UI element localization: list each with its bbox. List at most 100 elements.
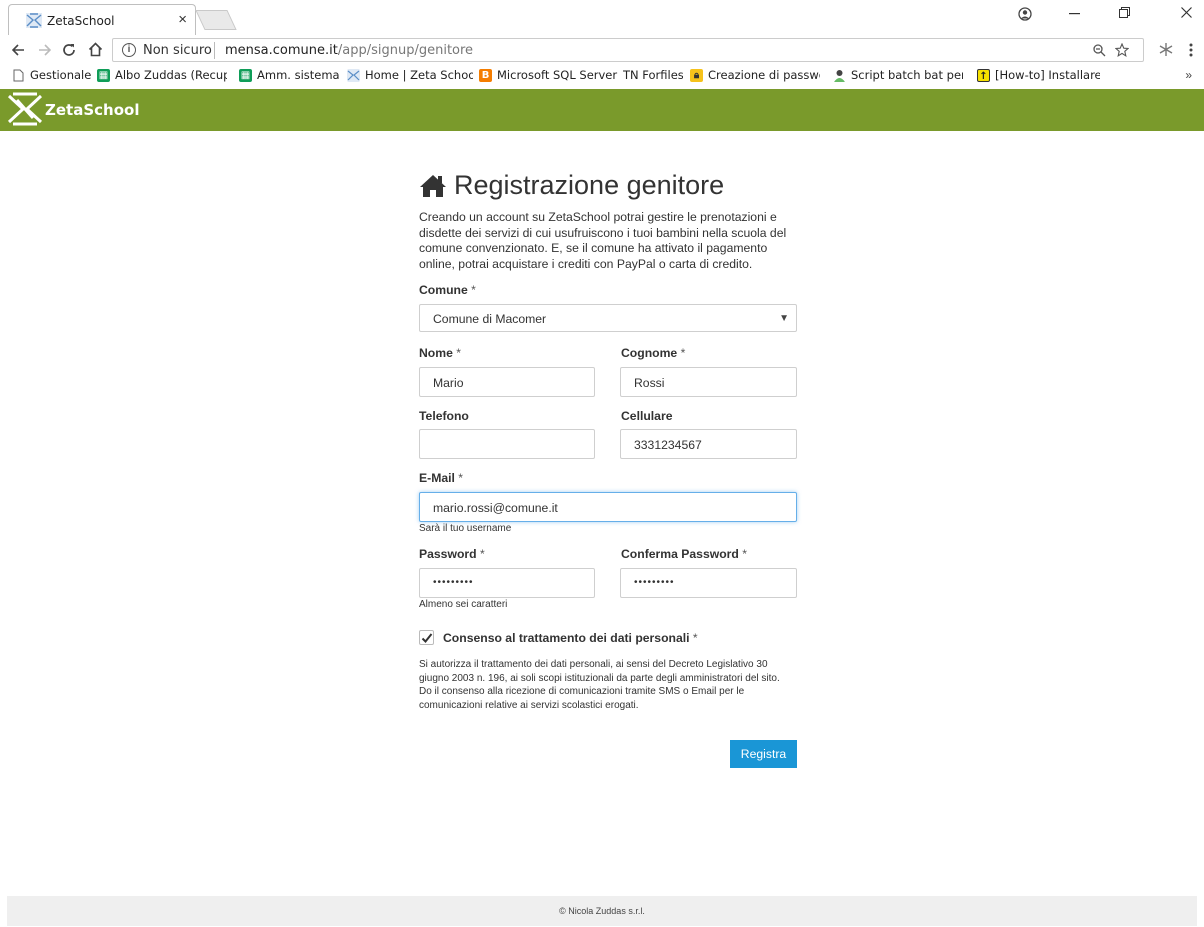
required-mark: * bbox=[479, 547, 485, 561]
minimize-icon[interactable] bbox=[1069, 13, 1080, 15]
bookmark-home-zetaschool[interactable]: Home | Zeta School bbox=[347, 68, 473, 82]
consent-label-text: Consenso al trattamento dei dati persona… bbox=[443, 631, 690, 645]
checkmark-icon bbox=[421, 633, 432, 643]
bookmark-label: Creazione di passwor bbox=[708, 68, 820, 82]
new-tab-button[interactable] bbox=[195, 10, 237, 30]
browser-tab[interactable]: ZetaSchool × bbox=[8, 4, 196, 35]
sheets-icon: ▦ bbox=[239, 68, 252, 82]
page-title-text: Registrazione genitore bbox=[454, 170, 725, 200]
menu-icon[interactable] bbox=[1189, 43, 1193, 57]
intro-text: Creando un account su ZetaSchool potrai … bbox=[419, 210, 787, 271]
bookmark-label: Amm. sistema bbox=[257, 68, 340, 82]
forward-icon[interactable] bbox=[38, 44, 51, 56]
consent-description: Si autorizza il trattamento dei dati per… bbox=[419, 659, 780, 711]
bookmark-label: Home | Zeta School bbox=[365, 68, 473, 82]
confirm-password-label: Conferma Password * bbox=[621, 547, 747, 561]
bookmark-albo-zuddas[interactable]: ▦ Albo Zuddas (Recupe bbox=[97, 68, 227, 82]
blogger-icon: B bbox=[479, 68, 492, 82]
restore-icon[interactable] bbox=[1119, 7, 1130, 18]
zoom-icon[interactable] bbox=[1093, 44, 1106, 57]
chevron-down-icon: ▼ bbox=[779, 313, 789, 324]
bookmark-amm-sistema[interactable]: ▦ Amm. sistema bbox=[239, 68, 341, 82]
email-label-text: E-Mail bbox=[419, 471, 455, 485]
cellulare-label: Cellulare bbox=[621, 409, 673, 423]
bookmark-how-to[interactable]: ↑ [How-to] Installare ce bbox=[977, 68, 1100, 82]
extension-icon[interactable] bbox=[1158, 42, 1174, 57]
bookmark-sql-server[interactable]: B Microsoft SQL Server bbox=[479, 68, 619, 82]
comune-select[interactable]: Comune di Macomer ▼ bbox=[419, 304, 797, 332]
footer-text: © Nicola Zuddas s.r.l. bbox=[559, 906, 645, 916]
consent-label[interactable]: Consenso al trattamento dei dati persona… bbox=[443, 631, 698, 645]
bookmark-label: [How-to] Installare ce bbox=[995, 68, 1100, 82]
app-header: ZetaSchool bbox=[0, 89, 1204, 131]
cellulare-input[interactable]: 3331234567 bbox=[620, 429, 797, 459]
required-mark: * bbox=[471, 283, 476, 297]
home-icon[interactable] bbox=[88, 42, 103, 57]
url-separator bbox=[214, 42, 215, 59]
reload-icon[interactable] bbox=[62, 43, 76, 57]
profile-icon[interactable] bbox=[1018, 7, 1032, 21]
bookmark-label: Script batch bat per e bbox=[851, 68, 963, 82]
zetaschool-logo-icon[interactable] bbox=[7, 92, 43, 126]
url-host: mensa.comune.it bbox=[225, 43, 338, 58]
tab-close-icon[interactable]: × bbox=[178, 11, 187, 28]
comune-selected-value: Comune di Macomer bbox=[433, 312, 547, 326]
page-title: Registrazione genitore bbox=[419, 170, 724, 201]
footer: © Nicola Zuddas s.r.l. bbox=[7, 896, 1197, 926]
nome-input[interactable]: Mario bbox=[419, 367, 595, 397]
telefono-label: Telefono bbox=[419, 409, 469, 423]
bookmark-gestionale[interactable]: Gestionale bbox=[12, 68, 108, 82]
security-label[interactable]: Non sicuro bbox=[143, 43, 212, 58]
password-input[interactable]: ••••••••• bbox=[419, 568, 595, 598]
email-input[interactable]: mario.rossi@comune.it bbox=[419, 492, 797, 522]
address-bar[interactable]: i Non sicuro mensa.comune.it/app/signup/… bbox=[112, 38, 1144, 62]
page-icon bbox=[13, 69, 24, 81]
bookmark-label: TN Forfiles bbox=[623, 68, 683, 82]
tab-title: ZetaSchool bbox=[47, 14, 115, 28]
person-icon bbox=[834, 69, 845, 82]
required-mark: * bbox=[692, 631, 698, 645]
close-window-icon[interactable] bbox=[1181, 7, 1192, 18]
bookmark-creazione-password[interactable]: 🔒︎ Creazione di passwor bbox=[690, 68, 820, 82]
info-icon[interactable]: i bbox=[122, 43, 136, 57]
home-icon bbox=[420, 174, 446, 197]
comune-label-text: Comune bbox=[419, 283, 468, 297]
more-bookmarks-icon[interactable]: » bbox=[1185, 68, 1192, 82]
arrow-icon: ↑ bbox=[977, 68, 990, 82]
bookmark-label: Gestionale bbox=[30, 68, 92, 82]
required-mark: * bbox=[456, 346, 462, 360]
nome-label: Nome * bbox=[419, 346, 461, 360]
email-help-text: Sarà il tuo username bbox=[419, 523, 512, 534]
password-label-text: Password bbox=[419, 547, 477, 561]
confirm-password-input[interactable]: ••••••••• bbox=[620, 568, 797, 598]
brand-name[interactable]: ZetaSchool bbox=[45, 101, 139, 119]
consent-checkbox[interactable] bbox=[419, 630, 434, 645]
cognome-input[interactable]: Rossi bbox=[620, 367, 797, 397]
browser-toolbar: i Non sicuro mensa.comune.it/app/signup/… bbox=[0, 35, 1204, 65]
required-mark: * bbox=[458, 471, 464, 485]
confirm-password-label-text: Conferma Password bbox=[621, 547, 739, 561]
nome-label-text: Nome bbox=[419, 346, 453, 360]
register-button[interactable]: Registra bbox=[730, 740, 797, 768]
bookmark-script-batch[interactable]: Script batch bat per e bbox=[833, 68, 963, 82]
password-help-text: Almeno sei caratteri bbox=[419, 599, 508, 610]
comune-label: Comune * bbox=[419, 283, 476, 297]
cognome-label: Cognome * bbox=[621, 346, 685, 360]
zetaschool-icon bbox=[347, 68, 360, 82]
required-mark: * bbox=[680, 346, 686, 360]
star-icon[interactable] bbox=[1115, 43, 1129, 57]
password-label: Password * bbox=[419, 547, 485, 561]
browser-tabstrip: ZetaSchool × bbox=[0, 0, 1204, 35]
required-mark: * bbox=[742, 547, 747, 561]
url-path: /app/signup/genitore bbox=[337, 43, 474, 58]
lock-icon: 🔒︎ bbox=[690, 68, 703, 82]
back-icon[interactable] bbox=[12, 44, 25, 56]
sheets-icon: ▦ bbox=[97, 68, 110, 82]
zetaschool-favicon-icon bbox=[26, 13, 42, 28]
telefono-input[interactable] bbox=[419, 429, 595, 459]
bookmark-label: Microsoft SQL Server bbox=[497, 68, 618, 82]
bookmark-forfiles[interactable]: TN Forfiles bbox=[623, 68, 683, 82]
url-text[interactable]: mensa.comune.it/app/signup/genitore bbox=[225, 43, 473, 58]
bookmark-label: Albo Zuddas (Recupe bbox=[115, 68, 227, 82]
bookmarks-bar: Gestionale ▦ Albo Zuddas (Recupe ▦ Amm. … bbox=[0, 65, 1204, 89]
